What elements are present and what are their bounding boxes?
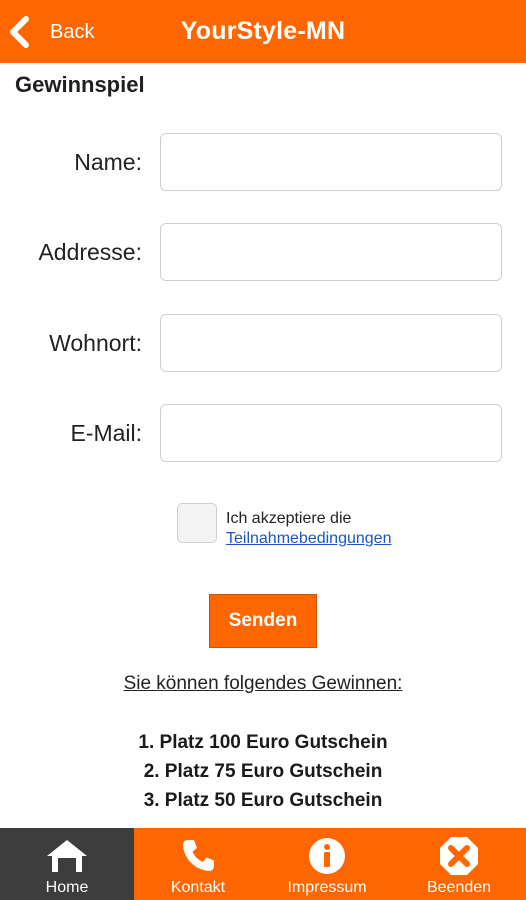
app-title: YourStyle-MN (180, 17, 346, 45)
city-label: Wohnort: (49, 330, 142, 356)
prize-item: 2. Platz 75 Euro Gutschein (143, 761, 383, 782)
nav-label-contact: Kontakt (170, 879, 226, 896)
nav-label-exit: Beenden (426, 879, 492, 896)
nav-item-contact[interactable]: Kontakt (134, 828, 262, 900)
form-row-name: Name: (0, 133, 526, 191)
form-row-email: E-Mail: (0, 404, 526, 462)
info-icon (309, 838, 345, 874)
bottom-nav: Home Kontakt Impressum Beenden (0, 828, 526, 900)
phone-icon (183, 840, 214, 871)
accept-terms-checkbox[interactable] (177, 503, 217, 543)
home-icon (47, 840, 87, 872)
address-input[interactable] (160, 223, 502, 281)
nav-item-imprint[interactable]: Impressum (262, 828, 392, 900)
prizes-heading: Sie können folgendes Gewinnen: (123, 673, 403, 694)
app-header: Back YourStyle-MN (0, 0, 526, 63)
address-label: Addresse: (38, 239, 142, 265)
name-input[interactable] (160, 133, 502, 191)
accept-terms-label: Ich akzeptiere die (226, 510, 352, 527)
page-title: Gewinnspiel (15, 72, 145, 97)
nav-item-exit[interactable]: Beenden (392, 828, 526, 900)
nav-label-imprint: Impressum (287, 879, 367, 896)
form-row-address: Addresse: (0, 223, 526, 281)
nav-label-home: Home (45, 879, 89, 896)
close-icon (440, 837, 478, 875)
nav-item-home[interactable]: Home (0, 828, 134, 900)
form-row-city: Wohnort: (0, 314, 526, 372)
terms-link[interactable]: Teilnahmebedingungen (226, 530, 391, 548)
send-button[interactable]: Senden (209, 594, 317, 648)
city-input[interactable] (160, 314, 502, 372)
prize-item: 3. Platz 50 Euro Gutschein (143, 790, 383, 811)
name-label: Name: (74, 149, 142, 175)
email-input[interactable] (160, 404, 502, 462)
prize-item: 1. Platz 100 Euro Gutschein (138, 732, 388, 753)
email-label: E-Mail: (70, 420, 142, 446)
